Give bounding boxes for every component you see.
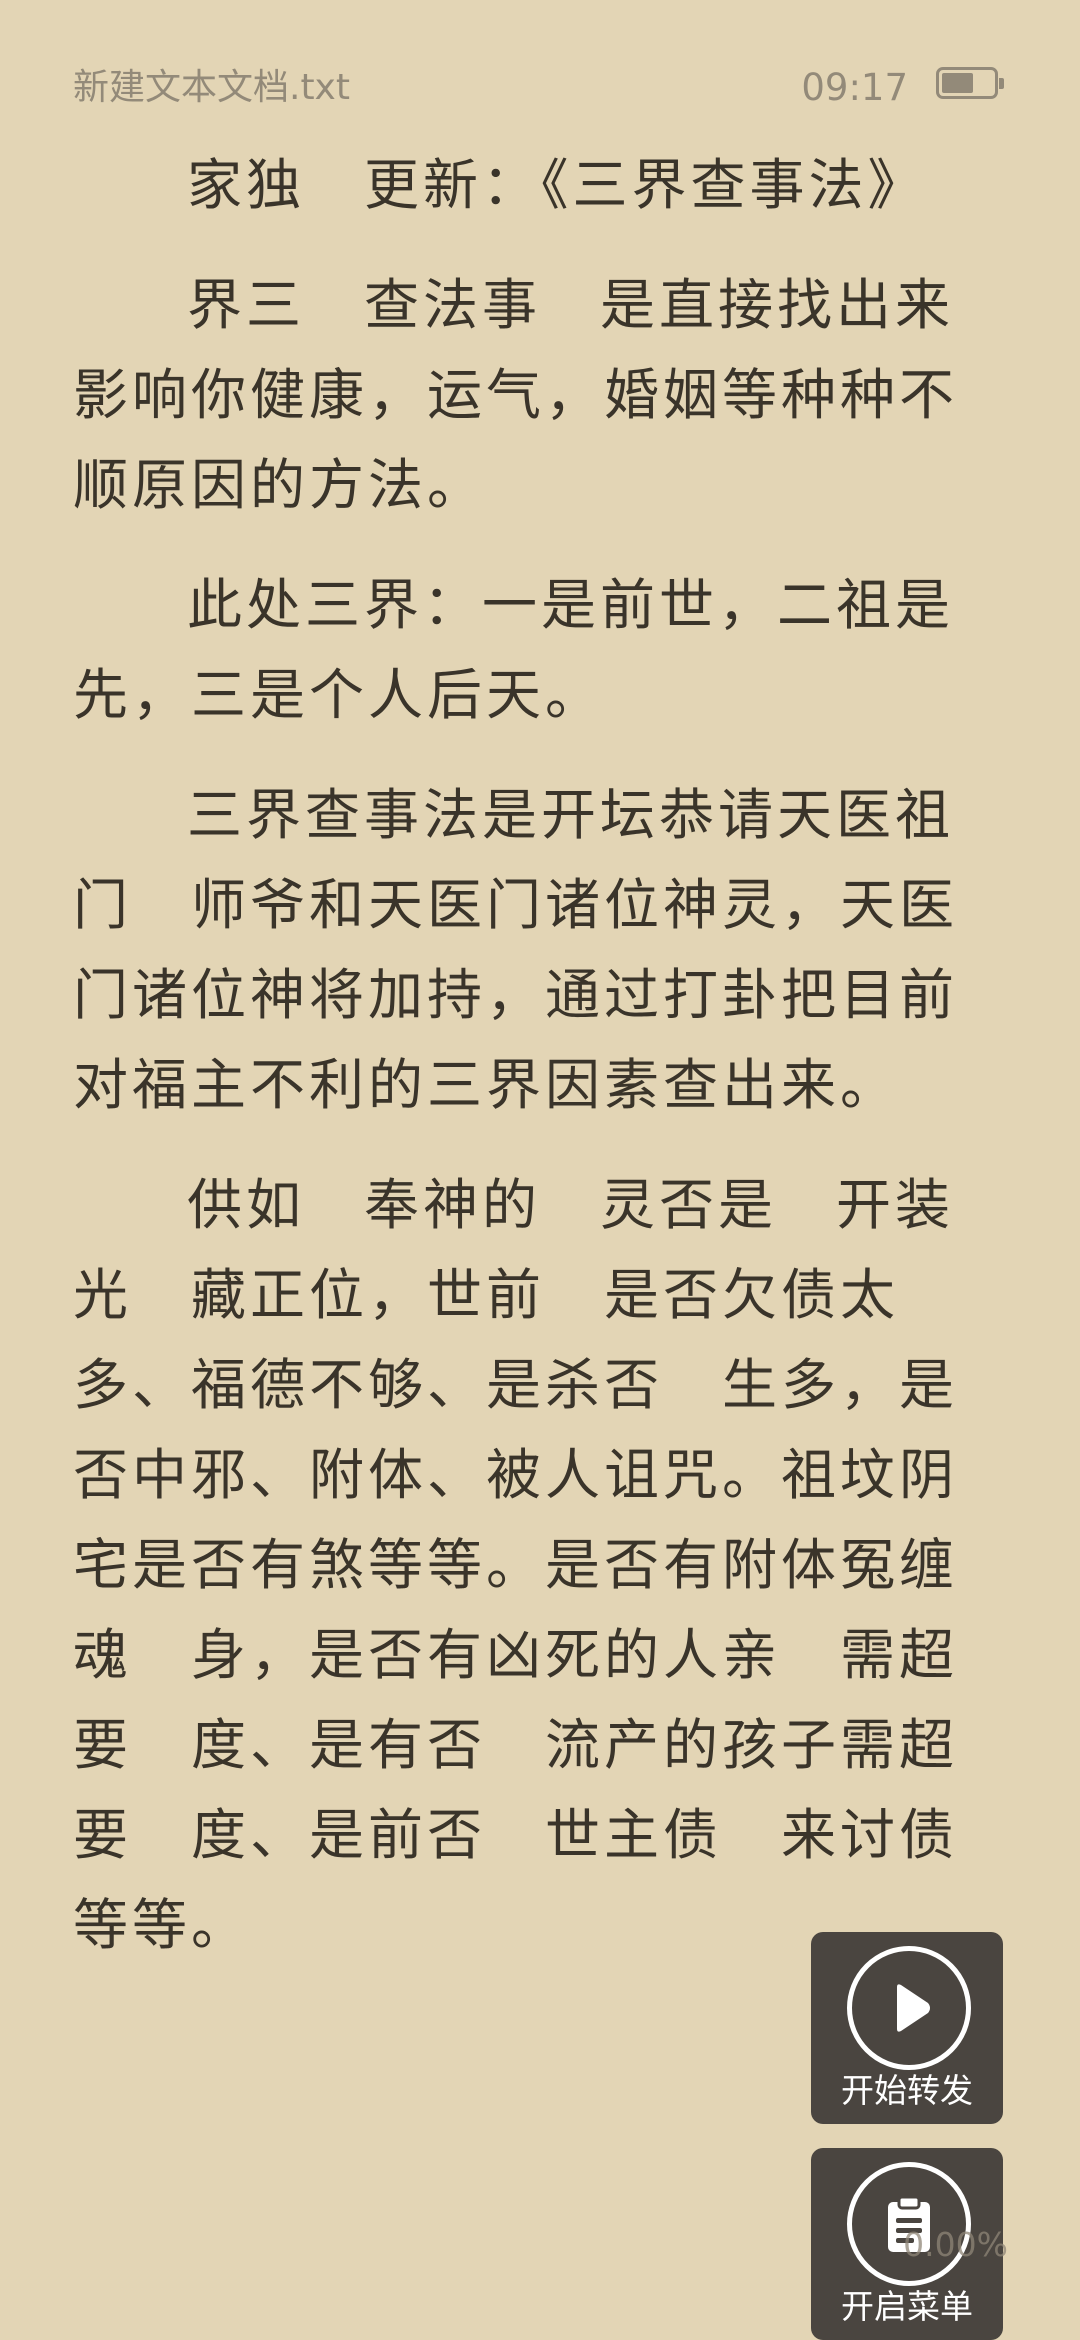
reading-progress: 0.00%	[903, 2225, 1008, 2264]
paragraph: 界三 查法事 是直接找出来影响你健康，运气，婚姻等种种不顺原因的方法。	[73, 273, 959, 517]
play-icon	[847, 1946, 971, 2070]
clock: 09:17	[801, 66, 908, 109]
paragraph: 此处三界：一是前世，二祖是先，三是个人后天。	[73, 573, 955, 727]
battery-level	[942, 73, 973, 93]
reader-content: 家独 更新：《三界查事法》 界三 查法事 是直接找出来影响你健康，运气，婚姻等种…	[73, 140, 1008, 2000]
start-forward-label: 开始转发	[841, 2071, 973, 2110]
paragraph-title: 家独 更新：《三界查事法》	[187, 153, 927, 217]
battery-icon	[936, 67, 1004, 99]
paragraph: 供如 奉神的 灵否是 开装光 藏正位，世前 是否欠债太多、福德不够、是杀否 生多…	[73, 1173, 959, 1957]
open-menu-label: 开启菜单	[841, 2287, 973, 2326]
paragraph: 三界查事法是开坛恭请天医祖门 师爷和天医门诸位神灵，天医门诸位神将加持，通过打卦…	[73, 783, 959, 1117]
start-forward-button[interactable]: 开始转发	[811, 1932, 1003, 2124]
file-name: 新建文本文档.txt	[73, 67, 350, 108]
